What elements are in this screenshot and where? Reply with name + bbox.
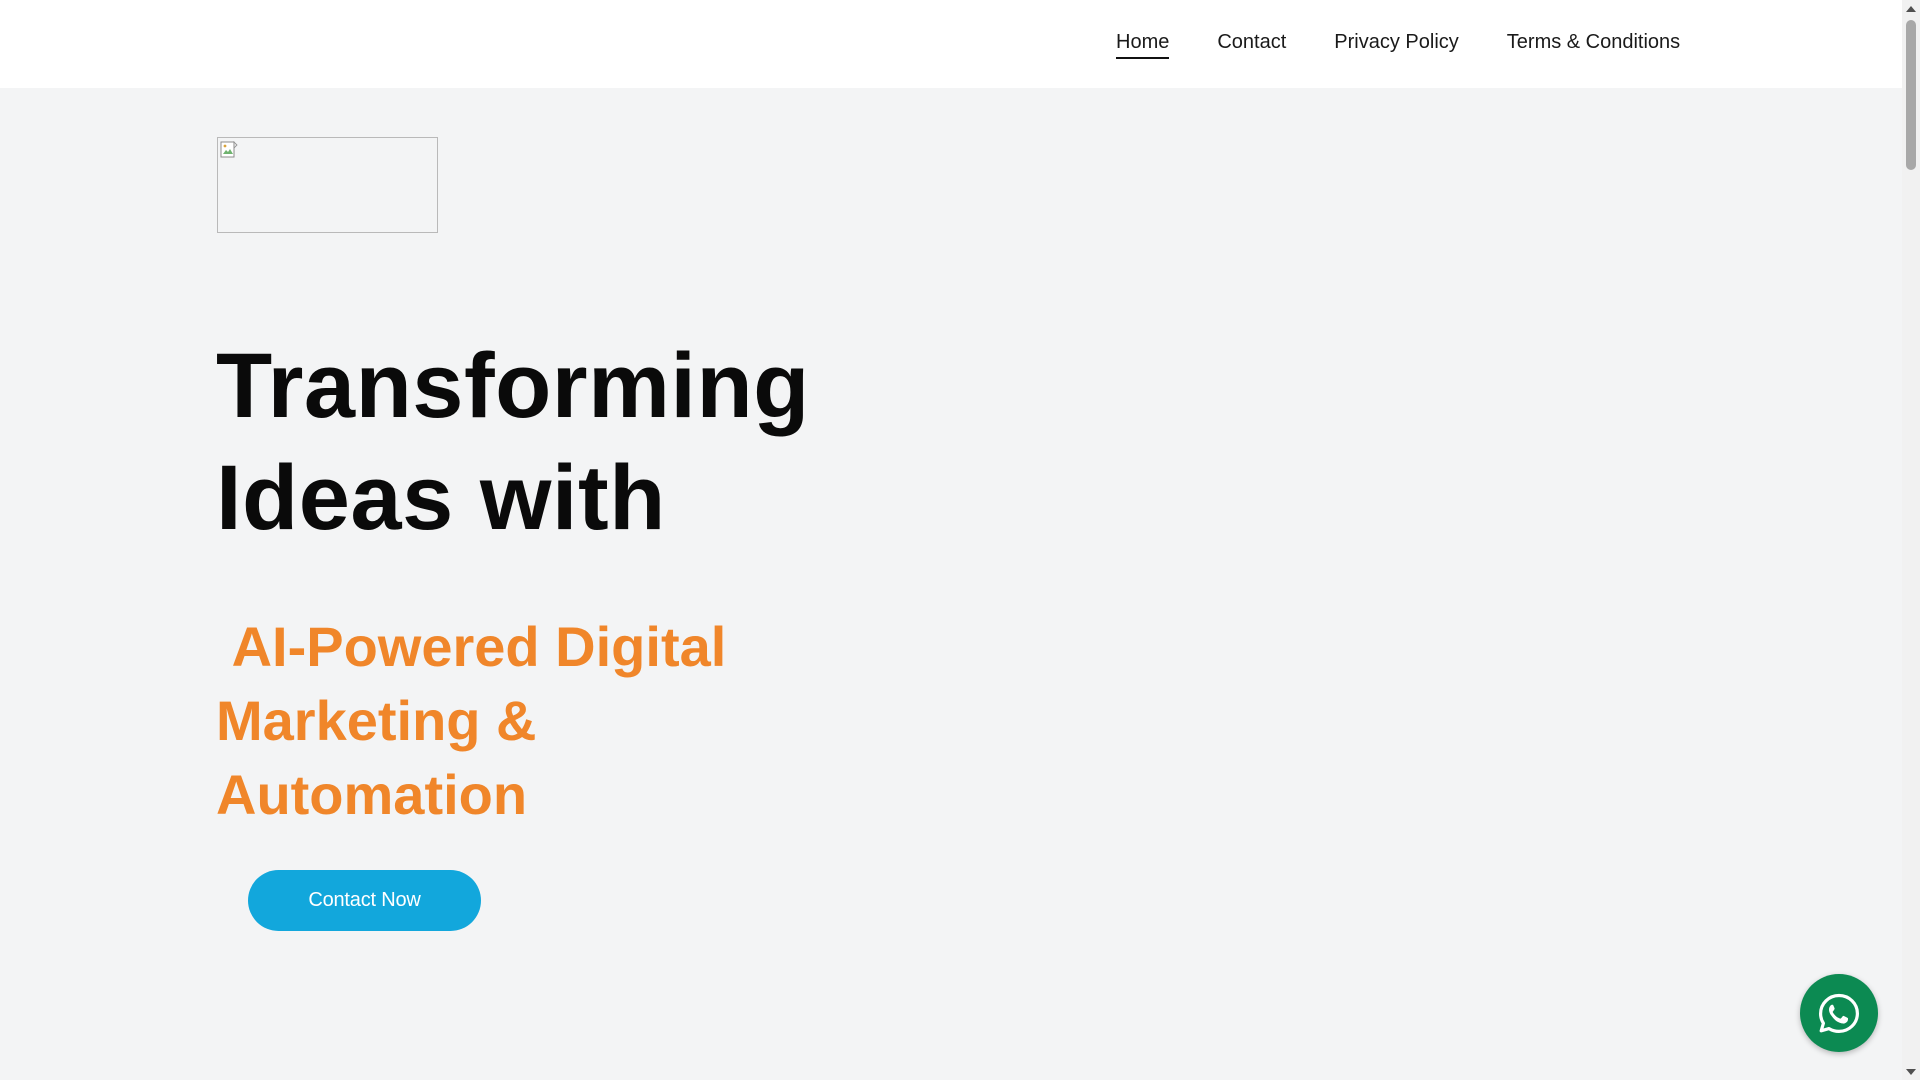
broken-image-icon [220, 141, 238, 158]
nav-link-contact[interactable]: Contact [1217, 30, 1286, 59]
nav-link-privacy-policy[interactable]: Privacy Policy [1334, 30, 1458, 59]
hero-title: Transforming Ideas with [216, 335, 810, 549]
scrollbar-thumb[interactable] [1906, 20, 1916, 170]
triangle-up-icon [1906, 5, 1916, 12]
hero-subtitle: AI-Powered Digital Marketing & Automatio… [216, 615, 742, 826]
scroll-up-button[interactable] [1902, 0, 1920, 17]
main-nav: Home Contact Privacy Policy Terms & Cond… [1116, 0, 1680, 88]
vertical-scrollbar[interactable] [1902, 0, 1920, 1080]
page: Home Contact Privacy Policy Terms & Cond… [0, 0, 1920, 1080]
nav-link-home[interactable]: Home [1116, 30, 1170, 59]
nav-link-terms-conditions[interactable]: Terms & Conditions [1507, 30, 1680, 59]
logo-image-placeholder [217, 137, 438, 233]
triangle-down-icon [1906, 1068, 1916, 1075]
contact-now-button[interactable]: Contact Now [248, 870, 481, 931]
whatsapp-button[interactable] [1800, 974, 1878, 1052]
site-header: Home Contact Privacy Policy Terms & Cond… [0, 0, 1902, 88]
whatsapp-icon [1819, 993, 1859, 1033]
scroll-down-button[interactable] [1902, 1063, 1920, 1080]
